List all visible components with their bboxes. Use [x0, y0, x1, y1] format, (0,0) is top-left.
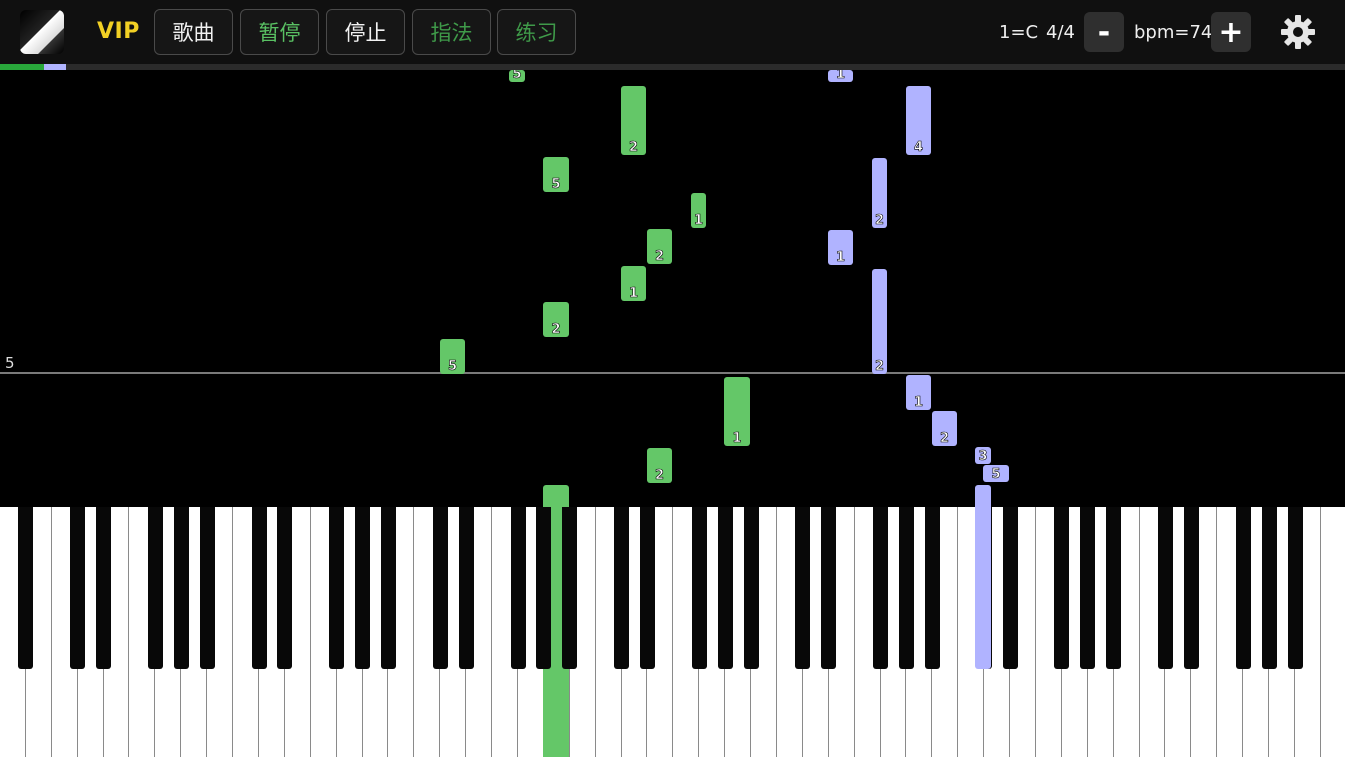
note-right-hand: 2: [543, 302, 569, 337]
piano-black-key[interactable]: [1261, 507, 1277, 669]
note-left-hand: 2: [872, 269, 887, 374]
finger-number: 1: [835, 250, 846, 266]
piano-black-key[interactable]: [536, 507, 552, 669]
note-left-hand: 2: [872, 158, 887, 228]
tempo-increase-button[interactable]: +: [1211, 12, 1251, 52]
piano-black-key[interactable]: [381, 507, 396, 669]
note-left-hand: 2: [932, 411, 957, 446]
finger-number: 3: [978, 449, 988, 465]
piano-black-key[interactable]: [96, 507, 112, 669]
piano-black-key[interactable]: [147, 507, 163, 669]
piano-black-key[interactable]: [924, 507, 940, 669]
piano-app-logo-icon[interactable]: [20, 10, 64, 54]
note-right-hand: 2: [647, 448, 672, 483]
note-right-hand: 5: [509, 70, 525, 82]
note-right-hand-playing: [543, 485, 569, 507]
piano-black-key[interactable]: [173, 507, 189, 669]
piano-black-key[interactable]: [1183, 507, 1199, 669]
note-left-hand: 1: [828, 70, 853, 82]
finger-number: 5: [447, 359, 458, 375]
practice-button[interactable]: 练习: [497, 9, 576, 55]
finger-number: 2: [939, 431, 950, 447]
finger-number: 1: [913, 395, 924, 411]
gear-icon[interactable]: [1280, 14, 1316, 50]
time-signature: 4/4: [1046, 22, 1075, 43]
piano-black-key[interactable]: [717, 507, 733, 669]
piano-black-key[interactable]: [1235, 507, 1251, 669]
measure-number: 5: [5, 354, 15, 372]
piano-black-key[interactable]: [432, 507, 448, 669]
piano-white-key[interactable]: [1320, 507, 1345, 757]
tempo-decrease-button[interactable]: -: [1084, 12, 1124, 52]
note-right-hand: 5: [543, 157, 569, 192]
finger-number: 4: [913, 140, 924, 156]
tempo-label: bpm=74: [1134, 22, 1213, 43]
finger-number: 5: [991, 467, 1001, 483]
stop-button[interactable]: 停止: [326, 9, 405, 55]
piano-black-key[interactable]: [251, 507, 267, 669]
note-right-hand: 1: [724, 377, 750, 446]
note-left-hand: 3: [975, 447, 991, 464]
piano-black-key[interactable]: [277, 507, 293, 669]
note-left-hand: 1: [828, 230, 853, 265]
measure-line: [0, 372, 1345, 374]
piano-black-key[interactable]: [899, 507, 914, 669]
piano-black-key[interactable]: [1287, 507, 1303, 669]
finger-number: 2: [654, 249, 665, 265]
piano-black-key[interactable]: [458, 507, 474, 669]
note-right-hand: 2: [647, 229, 672, 264]
piano-black-key[interactable]: [743, 507, 759, 669]
finger-number: 1: [835, 70, 846, 82]
piano-black-key[interactable]: [691, 507, 707, 669]
piano-black-key[interactable]: [562, 507, 578, 669]
piano-black-key[interactable]: [1106, 507, 1122, 669]
finger-number: 2: [874, 359, 885, 375]
note-right-hand: 1: [621, 266, 646, 301]
key-signature: 1=C: [999, 22, 1039, 43]
note-right-hand: 5: [440, 339, 465, 374]
finger-number: 1: [732, 431, 742, 447]
songs-button[interactable]: 歌曲: [154, 9, 233, 55]
piano-black-key[interactable]: [1080, 507, 1096, 669]
note-left-hand: 5: [983, 465, 1009, 482]
piano-black-key[interactable]: [640, 507, 655, 669]
finger-number: 5: [512, 70, 522, 82]
piano-black-key[interactable]: [355, 507, 371, 669]
finger-number: 5: [551, 177, 561, 193]
piano-key-pressed-left-hand[interactable]: [975, 507, 991, 669]
piano-black-key[interactable]: [1158, 507, 1173, 669]
finger-number: 2: [551, 322, 561, 338]
piano-black-key[interactable]: [1054, 507, 1070, 669]
piano-black-key[interactable]: [199, 507, 215, 669]
piano-black-key[interactable]: [18, 507, 34, 669]
note-right-hand: 2: [621, 86, 646, 155]
finger-number: 2: [874, 213, 885, 229]
finger-number: 2: [628, 140, 639, 156]
falling-notes-roll: 5 5 2 5 1 2 1 2 5 1 2 1 4 2 1 2 1 2 3 5: [0, 70, 1345, 507]
pause-button[interactable]: 暂停: [240, 9, 319, 55]
piano-black-key[interactable]: [795, 507, 811, 669]
finger-number: 2: [654, 468, 665, 484]
piano-black-key[interactable]: [614, 507, 630, 669]
finger-number: 1: [628, 286, 639, 302]
piano-keyboard[interactable]: [0, 507, 1345, 757]
note-left-hand-playing: [975, 485, 991, 507]
piano-black-key[interactable]: [329, 507, 345, 669]
note-left-hand: 1: [906, 375, 931, 410]
piano-black-key[interactable]: [1002, 507, 1018, 669]
note-right-hand: 1: [691, 193, 706, 228]
finger-number: 1: [693, 213, 704, 229]
piano-black-key[interactable]: [821, 507, 837, 669]
fingering-button[interactable]: 指法: [412, 9, 491, 55]
vip-button[interactable]: VIP: [97, 19, 140, 44]
piano-black-key[interactable]: [873, 507, 889, 669]
note-left-hand: 4: [906, 86, 931, 155]
piano-black-key[interactable]: [510, 507, 526, 669]
top-toolbar: VIP 歌曲 暂停 停止 指法 练习 1=C 4/4 - bpm=74 +: [0, 0, 1345, 64]
piano-black-key[interactable]: [70, 507, 86, 669]
